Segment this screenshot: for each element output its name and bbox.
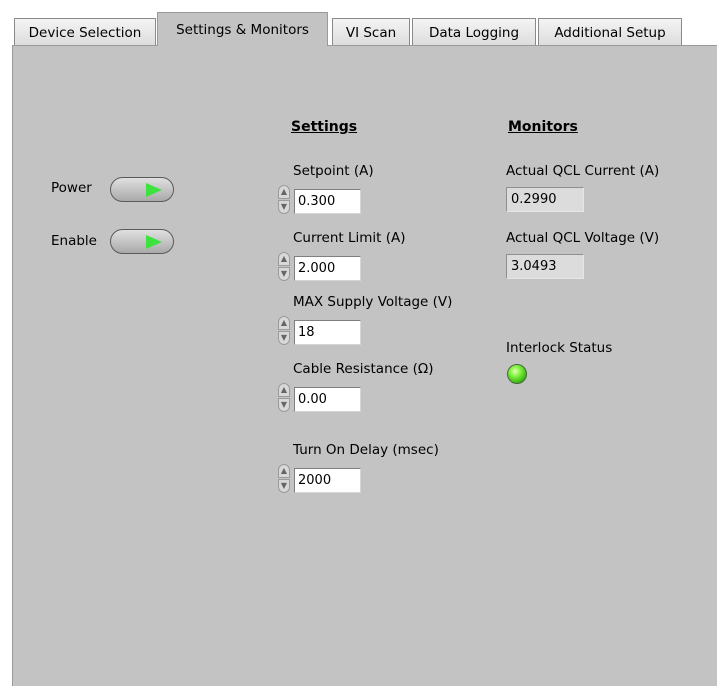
monitors-heading: Monitors [508, 119, 578, 135]
cable-resistance-spinner[interactable]: ▲ ▼ [278, 383, 291, 413]
enable-toggle-button[interactable] [110, 229, 174, 254]
settings-heading: Settings [291, 119, 358, 135]
setpoint-input[interactable]: 0.300 [294, 189, 361, 214]
turn-on-delay-label: Turn On Delay (msec) [293, 442, 439, 458]
actual-qcl-current-label: Actual QCL Current (A) [506, 163, 660, 179]
setpoint-label: Setpoint (A) [293, 163, 374, 179]
increment-arrow-icon[interactable]: ▲ [278, 383, 290, 397]
increment-arrow-icon[interactable]: ▲ [278, 464, 290, 478]
play-arrow-icon [146, 235, 162, 249]
decrement-arrow-icon[interactable]: ▼ [278, 267, 290, 281]
cable-resistance-label: Cable Resistance (Ω) [293, 361, 434, 377]
actual-qcl-voltage-indicator: 3.0493 [506, 254, 584, 279]
max-supply-voltage-spinner[interactable]: ▲ ▼ [278, 316, 291, 346]
decrement-arrow-icon[interactable]: ▼ [278, 398, 290, 412]
increment-arrow-icon[interactable]: ▲ [278, 316, 290, 330]
application-window: Device Selection Settings & Monitors VI … [0, 0, 717, 686]
max-supply-voltage-input[interactable]: 18 [294, 320, 361, 345]
tab-device-selection[interactable]: Device Selection [14, 18, 156, 46]
increment-arrow-icon[interactable]: ▲ [278, 185, 290, 199]
actual-qcl-voltage-label: Actual QCL Voltage (V) [506, 230, 660, 246]
tab-additional-setup[interactable]: Additional Setup [538, 18, 682, 46]
tab-data-logging[interactable]: Data Logging [412, 18, 536, 46]
actual-qcl-current-indicator: 0.2990 [506, 187, 584, 212]
setpoint-spinner[interactable]: ▲ ▼ [278, 185, 291, 215]
decrement-arrow-icon[interactable]: ▼ [278, 200, 290, 214]
tab-vi-scan[interactable]: VI Scan [332, 18, 410, 46]
turn-on-delay-input[interactable]: 2000 [294, 468, 361, 493]
tab-settings-monitors[interactable]: Settings & Monitors [157, 12, 328, 46]
interlock-status-label: Interlock Status [506, 340, 613, 356]
turn-on-delay-spinner[interactable]: ▲ ▼ [278, 464, 291, 494]
enable-label: Enable [51, 233, 97, 249]
interlock-status-led [507, 364, 527, 384]
current-limit-input[interactable]: 2.000 [294, 256, 361, 281]
play-arrow-icon [146, 183, 162, 197]
decrement-arrow-icon[interactable]: ▼ [278, 479, 290, 493]
current-limit-spinner[interactable]: ▲ ▼ [278, 252, 291, 282]
increment-arrow-icon[interactable]: ▲ [278, 252, 290, 266]
current-limit-label: Current Limit (A) [293, 230, 406, 246]
max-supply-voltage-label: MAX Supply Voltage (V) [293, 294, 453, 310]
cable-resistance-input[interactable]: 0.00 [294, 387, 361, 412]
power-toggle-button[interactable] [110, 177, 174, 202]
decrement-arrow-icon[interactable]: ▼ [278, 331, 290, 345]
power-label: Power [51, 180, 92, 196]
